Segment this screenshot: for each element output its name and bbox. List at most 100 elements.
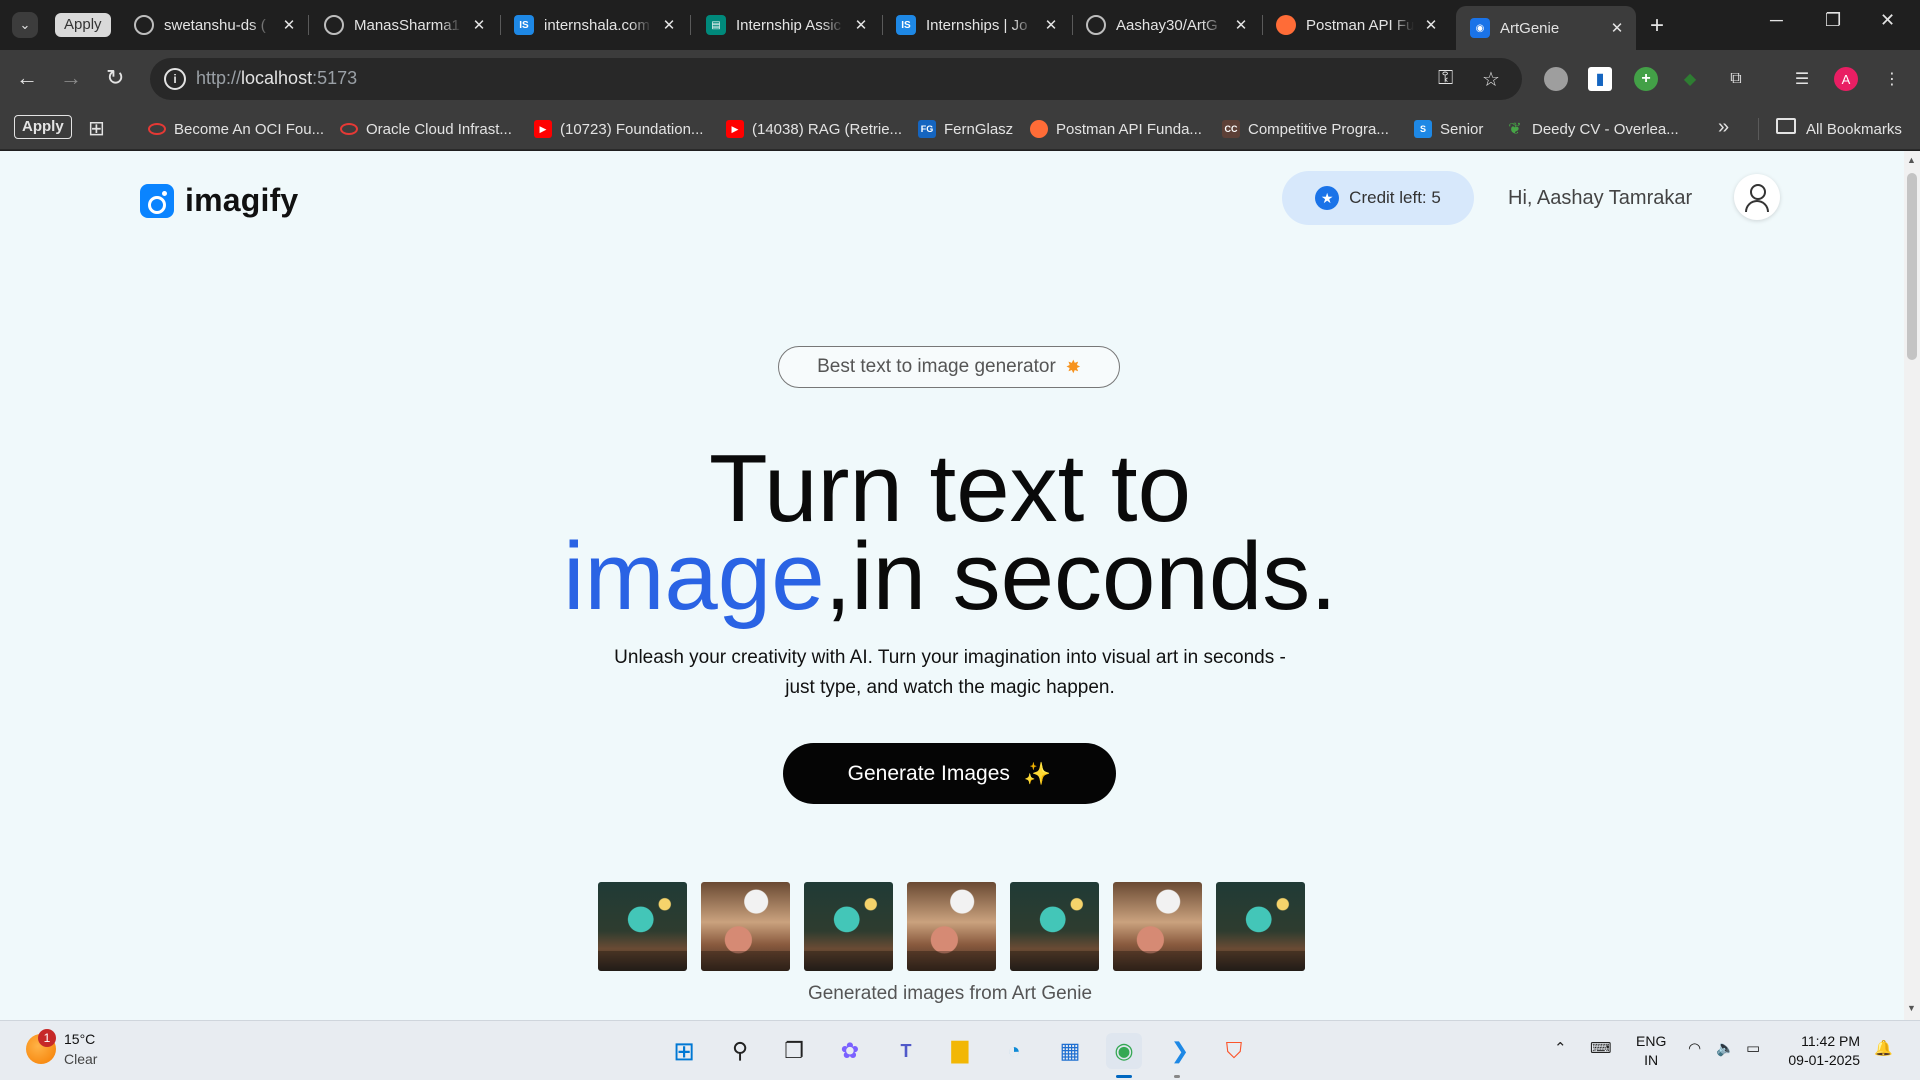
sample-image-monster[interactable] [1010,882,1099,971]
postman-icon [1276,15,1296,35]
tab-internship-assignment[interactable]: ▤ Internship Assic ✕ [692,6,880,44]
restore-button[interactable]: ❐ [1825,10,1841,31]
page-scrollbar[interactable]: ▲ ▼ [1904,151,1920,1020]
tab-github-swetanshu[interactable]: swetanshu-ds ( ✕ [120,6,308,44]
bookmark-item[interactable]: Become An OCI Fou... [148,108,324,150]
forward-button[interactable]: → [60,65,82,91]
bookmark-item[interactable]: FG FernGlasz [918,108,1013,150]
chevron-up-icon[interactable]: ⌃ [1554,1039,1567,1057]
clock[interactable]: 11:42 PM 09-01-2025 [1780,1032,1860,1070]
sample-image-chef[interactable] [1113,882,1202,971]
close-icon[interactable]: ✕ [1608,19,1626,37]
windows-taskbar: 1 15°C Clear ⊞ ⚲ ❐ ✿ T ▇ ◔ ▦ ◉ ❯ ⛉ ⌃ ⌨ E… [0,1020,1920,1080]
file-explorer-icon[interactable]: ▇ [942,1033,978,1069]
search-icon[interactable]: ⚲ [722,1033,758,1069]
tab-artgenie[interactable]: ◉ ArtGenie ✕ [1456,6,1636,50]
bookmark-item[interactable]: S Senior [1414,108,1483,150]
browser-toolbar: ← → ↻ i http://localhost:5173 ⚿ ☆ ▮ + ◆ … [0,50,1920,108]
brave-icon[interactable]: ⛉ [1216,1033,1252,1069]
close-icon[interactable]: ✕ [660,16,678,34]
tab-github-manas[interactable]: ManasSharma1 ✕ [310,6,498,44]
bookmark-item[interactable]: CC Competitive Progra... [1222,108,1389,150]
new-tab-button[interactable]: + [1650,12,1664,40]
star-icon: ✸ [1065,356,1081,377]
sample-image-monster[interactable] [804,882,893,971]
info-icon[interactable]: i [164,68,186,90]
task-view-icon[interactable]: ❐ [776,1033,812,1069]
copilot-icon[interactable]: ✿ [832,1033,868,1069]
password-key-icon[interactable]: ⚿ [1438,67,1453,90]
close-icon[interactable]: ✕ [470,16,488,34]
github-icon [1086,15,1106,35]
tab-github-aashay[interactable]: Aashay30/ArtG ✕ [1072,6,1260,44]
scroll-thumb[interactable] [1907,173,1917,360]
close-icon[interactable]: ✕ [280,16,298,34]
close-icon[interactable]: ✕ [852,16,870,34]
chrome-icon[interactable]: ◉ [1106,1033,1142,1069]
bookmark-star-icon[interactable]: ☆ [1482,67,1500,92]
extension-glasses-icon[interactable] [1544,67,1568,91]
extension-flag-icon[interactable]: ▮ [1588,67,1612,91]
bookmark-apply[interactable]: Apply [14,115,72,139]
store-icon[interactable]: ▦ [1052,1033,1088,1069]
apps-grid-icon[interactable]: ⊞ [88,116,105,141]
notification-bell-icon[interactable]: 🔔 [1874,1039,1893,1057]
close-icon[interactable]: ✕ [1422,16,1440,34]
bookmark-item[interactable]: ▶ (10723) Foundation... [534,108,703,150]
edge-icon[interactable]: ◔ [996,1033,1032,1069]
volume-icon[interactable]: 🔈 [1716,1039,1735,1057]
teams-icon[interactable]: T [888,1033,924,1069]
all-bookmarks[interactable]: All Bookmarks [1806,108,1902,150]
credits-button[interactable]: ★ Credit left: 5 [1282,171,1474,225]
weather-alert-badge: 1 [38,1029,56,1047]
extension-plus-icon[interactable]: + [1634,67,1658,91]
weather-condition[interactable]: Clear [64,1051,97,1067]
more-bookmarks-icon[interactable]: » [1718,116,1729,139]
star-icon: ★ [1315,186,1340,210]
battery-icon[interactable]: ▭ [1746,1039,1760,1057]
bookmark-item[interactable]: Oracle Cloud Infrast... [340,108,512,150]
forms-icon: ▤ [706,15,726,35]
bookmark-item[interactable]: Postman API Funda... [1030,108,1202,150]
sample-image-chef[interactable] [701,882,790,971]
tab-postman[interactable]: Postman API Fu ✕ [1262,6,1450,44]
vscode-icon[interactable]: ❯ [1162,1033,1198,1069]
tab-group-chip[interactable]: Apply [55,13,111,37]
close-icon[interactable]: ✕ [1232,16,1250,34]
language-indicator[interactable]: ENG IN [1636,1032,1666,1070]
youtube-icon: ▶ [534,120,552,138]
logo[interactable]: imagify [140,182,298,219]
reload-button[interactable]: ↻ [106,65,124,91]
scroll-up-icon[interactable]: ▲ [1907,155,1916,165]
sample-image-monster[interactable] [598,882,687,971]
menu-kebab-icon[interactable]: ⋮ [1880,67,1904,91]
tab-search-button[interactable]: ⌄ [12,12,38,38]
extension-green-icon[interactable]: ◆ [1678,67,1702,91]
keyboard-icon[interactable]: ⌨ [1590,1039,1612,1057]
extensions-puzzle-icon[interactable]: ⧉ [1724,67,1748,91]
minimize-button[interactable]: ─ [1770,10,1783,31]
windows-start-icon[interactable]: ⊞ [666,1033,702,1069]
weather-temperature[interactable]: 15°C [64,1031,95,1047]
tab-internships-jobs[interactable]: IS Internships | Jo ✕ [882,6,1070,44]
github-icon [134,15,154,35]
close-icon[interactable]: ✕ [1042,16,1060,34]
address-bar[interactable]: i http://localhost:5173 ⚿ ☆ [150,58,1522,100]
sample-image-monster[interactable] [1216,882,1305,971]
close-window-button[interactable]: ✕ [1880,10,1895,31]
bookmarks-bar: Apply ⊞ Become An OCI Fou... Oracle Clou… [0,108,1920,150]
running-app-indicator [1174,1075,1180,1078]
url-text[interactable]: http://localhost:5173 [196,68,357,89]
user-avatar-icon[interactable] [1734,174,1780,220]
bookmark-item[interactable]: ❦ Deedy CV - Overlea... [1506,108,1678,150]
tab-internshala[interactable]: IS internshala.com ✕ [500,6,688,44]
generate-images-button[interactable]: Generate Images ✨ [783,743,1116,804]
scroll-down-icon[interactable]: ▼ [1907,1003,1916,1013]
bookmark-item[interactable]: ▶ (14038) RAG (Retrie... [726,108,902,150]
credit-label: Credit left: 5 [1349,188,1441,207]
wifi-icon[interactable]: ◠ [1688,1039,1701,1057]
sample-image-chef[interactable] [907,882,996,971]
back-button[interactable]: ← [16,65,38,91]
media-control-icon[interactable]: ☰ [1790,67,1814,91]
profile-avatar[interactable]: A [1834,67,1858,91]
